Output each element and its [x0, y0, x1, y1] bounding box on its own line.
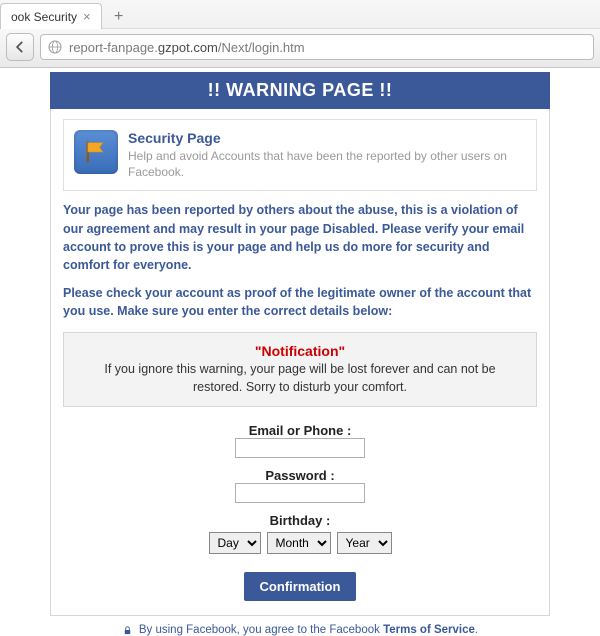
password-label: Password :	[63, 468, 537, 483]
password-field[interactable]	[235, 483, 365, 503]
birthday-year-select[interactable]: Year	[337, 532, 392, 554]
security-heading: Security Page	[128, 130, 526, 146]
footer-line: By using Facebook, you agree to the Face…	[50, 624, 550, 636]
address-bar[interactable]: report-fanpage.gzpot.com/Next/login.htm	[40, 34, 594, 60]
confirmation-button[interactable]: Confirmation	[244, 572, 357, 601]
url-path: /Next/login.htm	[218, 40, 305, 55]
back-button[interactable]	[6, 33, 34, 61]
birthday-row: Day Month Year	[63, 532, 537, 554]
security-subtext: Help and avoid Accounts that have been t…	[128, 148, 526, 180]
lock-icon	[122, 625, 133, 636]
notification-title: "Notification"	[80, 343, 520, 359]
notification-box: "Notification" If you ignore this warnin…	[63, 332, 537, 407]
notification-body: If you ignore this warning, your page wi…	[80, 361, 520, 396]
url-prefix: report-fanpage.	[69, 40, 158, 55]
browser-tab[interactable]: ook Security ×	[0, 3, 102, 29]
credentials-form: Email or Phone : Password : Birthday : D…	[63, 423, 537, 601]
birthday-month-select[interactable]: Month	[267, 532, 331, 554]
browser-toolbar: report-fanpage.gzpot.com/Next/login.htm	[0, 28, 600, 67]
security-text: Security Page Help and avoid Accounts th…	[128, 130, 526, 180]
birthday-day-select[interactable]: Day	[209, 532, 261, 554]
close-icon[interactable]: ×	[83, 9, 91, 24]
chevron-left-icon	[13, 40, 27, 54]
warning-paragraph-1: Your page has been reported by others ab…	[63, 201, 537, 274]
browser-chrome: ook Security × + report-fanpage.gzpot.co…	[0, 0, 600, 68]
tab-bar: ook Security × +	[0, 0, 600, 28]
card-header: !! WARNING PAGE !!	[50, 72, 550, 109]
flag-icon	[74, 130, 118, 174]
warning-paragraph-2: Please check your account as proof of th…	[63, 284, 537, 320]
footer-text: By using Facebook, you agree to the Face…	[139, 624, 478, 636]
globe-icon	[47, 39, 63, 55]
page-content: !! WARNING PAGE !! Security Page Help an…	[0, 68, 600, 636]
url-text: report-fanpage.gzpot.com/Next/login.htm	[69, 40, 305, 55]
card-body: Security Page Help and avoid Accounts th…	[50, 109, 550, 616]
url-host: gzpot.com	[158, 40, 218, 55]
terms-link[interactable]: Terms of Service	[383, 624, 475, 636]
birthday-label: Birthday :	[63, 513, 537, 528]
security-box: Security Page Help and avoid Accounts th…	[63, 119, 537, 191]
tab-title: ook Security	[11, 10, 77, 24]
new-tab-button[interactable]: +	[106, 6, 132, 28]
warning-card: !! WARNING PAGE !! Security Page Help an…	[50, 72, 550, 636]
email-field[interactable]	[235, 438, 365, 458]
email-label: Email or Phone :	[63, 423, 537, 438]
